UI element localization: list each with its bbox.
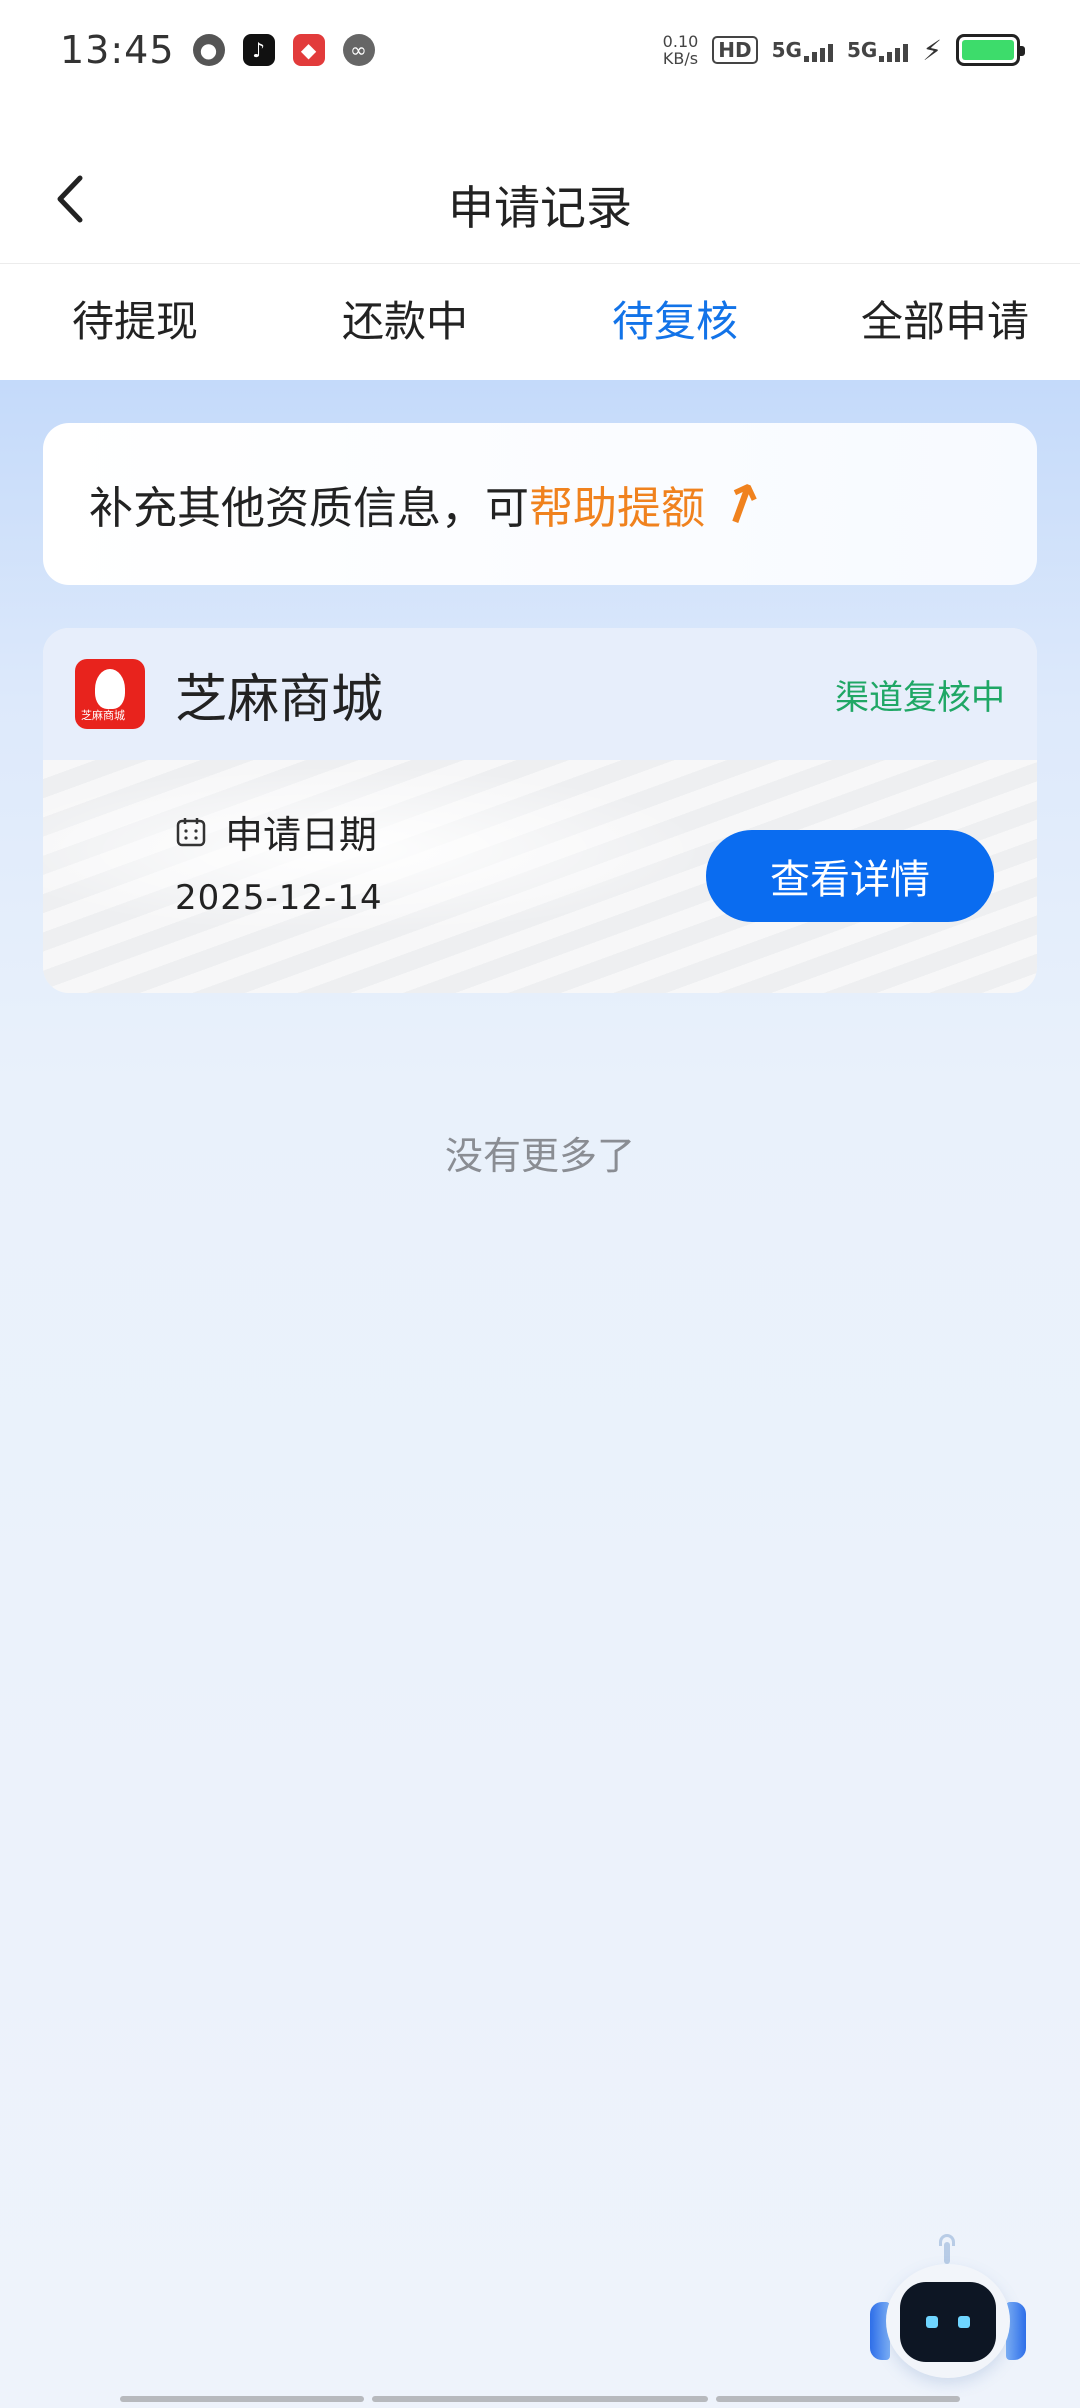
tab-pending-withdraw[interactable]: 待提现: [0, 264, 270, 380]
message-icon: ●: [192, 34, 225, 66]
signal-label: 5G: [771, 38, 802, 62]
charging-icon: ⚡: [922, 33, 942, 67]
tab-pending-review[interactable]: 待复核: [540, 264, 810, 380]
arrow-up-icon: ↑: [709, 466, 774, 542]
signal-label-2: 5G: [846, 38, 878, 62]
promo-banner[interactable]: 补充其他资质信息，可 帮助提额 ↑: [43, 423, 1037, 585]
tiktok-icon: ♪: [242, 34, 275, 66]
card-body: 申请日期 2025-12-14 查看详情: [43, 760, 1037, 993]
shop-name: 芝麻商城: [175, 669, 384, 730]
status-right: 0.10 KB/s HD 5G 5G ⚡: [663, 33, 1025, 67]
no-more-text: 没有更多了: [444, 1134, 635, 1178]
calendar-icon: [176, 817, 206, 846]
date-label-text: 申请日期: [225, 813, 378, 857]
status-badge: 渠道复核中: [835, 677, 1005, 718]
net-speed: 0.10 KB/s: [663, 33, 699, 67]
status-bar: 13:45 ● ♪ ◆ ∞ 0.10 KB/s HD 5G 5G ⚡: [0, 0, 1080, 100]
status-time: 13:45: [60, 28, 175, 72]
content-area: 补充其他资质信息，可 帮助提额 ↑ 芝麻商城 芝麻商城 渠道复核中 申请日期 2…: [0, 380, 1080, 2408]
tab-all-applications[interactable]: 全部申请: [810, 264, 1080, 380]
view-details-button[interactable]: 查看详情: [706, 830, 994, 922]
shop-logo: 芝麻商城: [75, 659, 145, 729]
date-label: 申请日期: [175, 804, 377, 859]
date-value: 2025-12-14: [175, 878, 383, 918]
promo-highlight: 帮助提额: [529, 483, 705, 534]
hd-icon: HD: [712, 36, 758, 64]
app-icon: ◆: [292, 34, 325, 66]
status-left: 13:45 ● ♪ ◆ ∞: [60, 28, 375, 72]
page-title: 申请记录: [448, 181, 632, 235]
tab-bar: 待提现 还款中 待复核 全部申请: [0, 264, 1080, 380]
net-speed-value: 0.10: [662, 32, 699, 51]
logo-text: 芝麻商城: [81, 709, 125, 722]
header: 申请记录: [0, 100, 1080, 264]
link-icon: ∞: [342, 34, 375, 66]
promo-text: 补充其他资质信息，可: [89, 483, 529, 534]
gesture-nav-bar[interactable]: [120, 2396, 960, 2402]
battery-icon: [956, 34, 1025, 66]
net-speed-unit: KB/s: [662, 49, 699, 68]
card-header: 芝麻商城 芝麻商城 渠道复核中: [43, 628, 1037, 760]
signal-icon-2: 5G: [846, 38, 909, 62]
signal-icon: 5G: [772, 38, 833, 62]
application-card: 芝麻商城 芝麻商城 渠道复核中 申请日期 2025-12-14 查看详情: [43, 628, 1037, 993]
tab-repaying[interactable]: 还款中: [270, 264, 540, 380]
assistant-robot-icon[interactable]: [868, 2230, 1028, 2408]
